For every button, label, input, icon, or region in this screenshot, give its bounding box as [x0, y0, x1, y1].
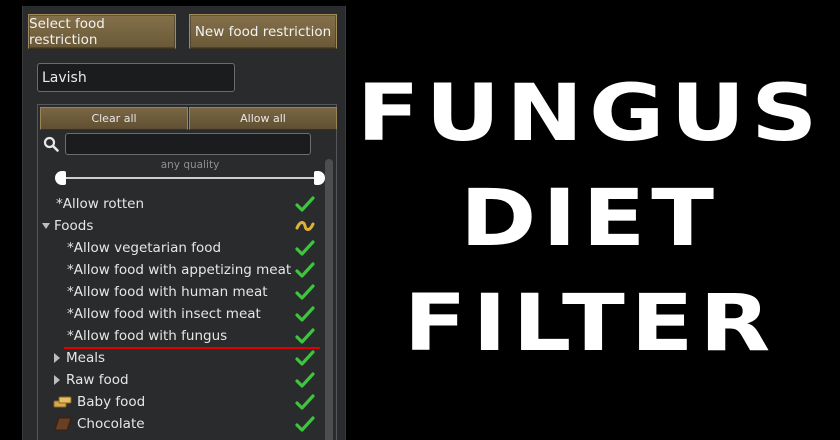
tree-item-human-meat[interactable]: *Allow food with human meat [38, 281, 324, 303]
new-food-restriction-button[interactable]: New food restriction [189, 14, 337, 49]
tree-item-raw-food[interactable]: Raw food [38, 369, 324, 391]
checkmark-icon[interactable] [295, 393, 315, 411]
tree-item-label: Chocolate [77, 416, 145, 432]
tree-item-insect-meat[interactable]: *Allow food with insect meat [38, 303, 324, 325]
allow-all-button[interactable]: Allow all [189, 107, 337, 130]
partial-tilde-icon[interactable] [295, 217, 315, 235]
checkmark-icon[interactable] [295, 349, 315, 367]
restriction-name-field[interactable]: Lavish [37, 63, 235, 92]
checkmark-icon[interactable] [295, 239, 315, 257]
tree-item-foods[interactable]: Foods [38, 215, 324, 237]
tree-item-allow-rotten[interactable]: *Allow rotten [38, 193, 324, 215]
highlight-underline [64, 347, 320, 349]
search-input[interactable] [65, 133, 311, 155]
tree-item-label: *Allow rotten [56, 196, 145, 212]
checkmark-icon[interactable] [295, 283, 315, 301]
clear-all-button[interactable]: Clear all [40, 107, 188, 130]
chocolate-icon [54, 417, 72, 431]
checkmark-icon[interactable] [295, 371, 315, 389]
quality-range-slider[interactable] [55, 171, 325, 185]
tree-item-vegetarian[interactable]: *Allow vegetarian food [38, 237, 324, 259]
tree-item-label: Baby food [77, 394, 146, 410]
food-filter-box: Clear all Allow all any quality *Allow r… [37, 104, 337, 440]
slider-max-handle[interactable] [314, 171, 325, 185]
tree-item-label: *Allow food with appetizing meat [67, 262, 292, 278]
slider-min-handle[interactable] [55, 171, 66, 185]
title-line-1: FUNGUS [356, 69, 824, 159]
title-line-3: FILTER [403, 279, 777, 369]
checkmark-icon[interactable] [295, 327, 315, 345]
slider-track [61, 177, 319, 179]
expand-arrow-icon[interactable] [54, 353, 60, 363]
checkmark-icon[interactable] [295, 415, 315, 433]
tree-item-label: Raw food [66, 372, 129, 388]
food-category-tree: *Allow rotten Foods *Allow vegetarian fo… [38, 193, 324, 435]
tree-item-label: *Allow food with fungus [67, 328, 228, 344]
checkmark-icon[interactable] [295, 261, 315, 279]
tree-item-label: *Allow food with insect meat [67, 306, 261, 322]
scrollbar-thumb[interactable] [325, 159, 333, 440]
headline-title: FUNGUS DIET FILTER [354, 62, 826, 377]
tree-item-label: *Allow food with human meat [67, 284, 268, 300]
tree-item-chocolate[interactable]: Chocolate [38, 413, 324, 435]
title-line-2: DIET [460, 174, 720, 264]
expand-arrow-icon[interactable] [54, 375, 60, 385]
quality-label: any quality [160, 159, 220, 171]
tree-item-appetizing-meat[interactable]: *Allow food with appetizing meat [38, 259, 324, 281]
tree-item-fungus[interactable]: *Allow food with fungus [38, 325, 324, 347]
tree-item-label: Foods [54, 218, 94, 234]
tree-item-label: Meals [66, 350, 106, 366]
scrollbar[interactable] [325, 159, 333, 440]
checkmark-icon[interactable] [295, 195, 315, 213]
collapse-arrow-icon[interactable] [42, 223, 50, 229]
tree-item-baby-food[interactable]: Baby food [38, 391, 324, 413]
baby-food-icon [53, 396, 72, 408]
checkmark-icon[interactable] [295, 305, 315, 323]
food-restriction-panel: Select food restriction New food restric… [22, 6, 346, 440]
tree-item-label: *Allow vegetarian food [67, 240, 222, 256]
tree-item-meals[interactable]: Meals [38, 347, 324, 369]
select-food-restriction-button[interactable]: Select food restriction [28, 14, 176, 49]
search-icon [43, 136, 59, 152]
